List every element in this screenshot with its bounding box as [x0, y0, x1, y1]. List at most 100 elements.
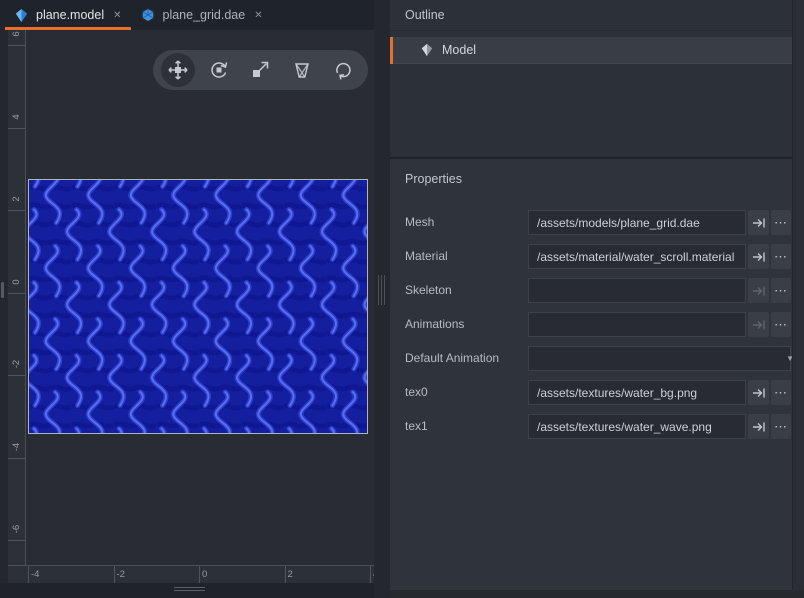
goto-asset-button[interactable]	[748, 210, 769, 235]
ellipsis-icon: ⋯	[774, 215, 788, 231]
browse-asset-button[interactable]: ⋯	[771, 312, 791, 337]
frustum-icon	[291, 59, 313, 81]
goto-asset-button[interactable]	[748, 414, 769, 439]
ruler-label: 6	[12, 25, 22, 43]
gizmo-toolbar	[153, 50, 368, 90]
ellipsis-icon: ⋯	[774, 283, 788, 299]
ruler-label: 4	[12, 108, 22, 126]
ruler-label: 2	[288, 569, 293, 580]
refresh-tool-button[interactable]	[326, 53, 360, 87]
model-node-icon	[420, 43, 434, 57]
ruler-tick	[8, 540, 26, 541]
property-input[interactable]	[528, 312, 746, 337]
ruler-label: -4	[31, 569, 39, 580]
property-label: Animations	[405, 312, 464, 337]
viewport-canvas[interactable]: 6420-2-4-6 -4-2024	[0, 30, 374, 598]
property-label: Material	[405, 244, 448, 269]
browse-asset-button[interactable]: ⋯	[771, 414, 791, 439]
splitter-grip-icon	[378, 275, 386, 305]
outline-item-label: Model	[442, 43, 476, 57]
ruler-label: -6	[12, 520, 22, 538]
panel-bottom-strip	[390, 590, 804, 598]
properties-section: Properties Mesh /assets/models/plane_gri…	[390, 157, 804, 598]
property-row: Material /assets/material/water_scroll.m…	[390, 244, 804, 269]
panel-splitter[interactable]	[374, 0, 390, 598]
frustum-tool-button[interactable]	[285, 53, 319, 87]
outline-title: Outline	[405, 8, 445, 22]
ruler-label: 0	[202, 569, 207, 580]
scale-tool-button[interactable]	[243, 53, 277, 87]
goto-asset-button[interactable]	[748, 244, 769, 269]
horizontal-ruler: -4-2024	[8, 565, 374, 583]
property-row: Skeleton ⋯	[390, 278, 804, 303]
tab-label: plane_grid.dae	[163, 8, 246, 22]
tab-label: plane.model	[36, 8, 104, 22]
ruler-label: 2	[12, 190, 22, 208]
goto-asset-button[interactable]	[748, 312, 769, 337]
move-icon	[167, 59, 189, 81]
outline-item-model[interactable]: Model	[390, 37, 804, 64]
panel-scrollbar-track[interactable]	[792, 0, 804, 598]
scale-icon	[249, 59, 271, 81]
property-input[interactable]: /assets/textures/water_bg.png	[528, 380, 746, 405]
browse-asset-button[interactable]: ⋯	[771, 210, 791, 235]
property-row: Mesh /assets/models/plane_grid.dae ⋯	[390, 210, 804, 235]
ellipsis-icon: ⋯	[774, 249, 788, 265]
move-tool-button[interactable]	[161, 53, 195, 87]
default-animation-dropdown[interactable]	[528, 346, 791, 371]
browse-asset-button[interactable]: ⋯	[771, 244, 791, 269]
ruler-label: -2	[12, 355, 22, 373]
property-value: /assets/material/water_scroll.material	[529, 250, 742, 264]
bottom-splitter-grip[interactable]	[174, 587, 205, 591]
property-input[interactable]: /assets/material/water_scroll.material	[528, 244, 746, 269]
ruler-tick	[114, 566, 115, 584]
mesh-file-icon	[140, 7, 156, 23]
property-input[interactable]: /assets/textures/water_wave.png	[528, 414, 746, 439]
property-label: tex0	[405, 380, 428, 405]
ellipsis-icon: ⋯	[774, 419, 788, 435]
viewport-left-edge	[0, 30, 8, 598]
ruler-tick	[8, 293, 26, 294]
property-input[interactable]: /assets/models/plane_grid.dae	[528, 210, 746, 235]
property-row: Default Animation ▼	[390, 346, 804, 371]
rotate-icon	[208, 59, 230, 81]
property-label: Mesh	[405, 210, 434, 235]
close-tab-icon[interactable]: ✕	[254, 10, 262, 21]
property-row: Animations ⋯	[390, 312, 804, 337]
goto-asset-button[interactable]	[748, 380, 769, 405]
left-splitter-grip[interactable]	[1, 282, 4, 298]
app-root: plane.model ✕ plane_grid.dae ✕ 6 4 2 0 -2 -4 -…	[0, 0, 804, 598]
water-plane-preview	[28, 179, 368, 434]
vertical-ruler: 6420-2-4-6	[8, 30, 26, 565]
outline-section: Outline Model	[390, 0, 804, 157]
ruler-tick	[8, 375, 26, 376]
browse-asset-button[interactable]: ⋯	[771, 380, 791, 405]
tab-bar: plane.model ✕ plane_grid.dae ✕	[0, 0, 374, 30]
outline-header-divider	[390, 30, 804, 31]
model-file-icon	[14, 8, 29, 23]
tab-plane-model[interactable]: plane.model ✕	[5, 0, 131, 30]
inspector-panel: Outline Model Properties Mesh /assets/mo…	[390, 0, 804, 598]
property-label: Default Animation	[405, 346, 499, 371]
ruler-tick	[8, 45, 26, 46]
property-value: /assets/textures/water_wave.png	[529, 420, 720, 434]
goto-asset-button[interactable]	[748, 278, 769, 303]
ruler-tick	[285, 566, 286, 584]
viewport-panel: plane.model ✕ plane_grid.dae ✕ 6 4 2 0 -2 -4 -…	[0, 0, 374, 598]
browse-asset-button[interactable]: ⋯	[771, 278, 791, 303]
ruler-label: -4	[12, 438, 22, 456]
property-row: tex0 /assets/textures/water_bg.png ⋯	[390, 380, 804, 405]
close-tab-icon[interactable]: ✕	[113, 10, 121, 21]
rotate-tool-button[interactable]	[202, 53, 236, 87]
ruler-tick	[8, 128, 26, 129]
property-row: tex1 /assets/textures/water_wave.png ⋯	[390, 414, 804, 439]
ellipsis-icon: ⋯	[774, 385, 788, 401]
ruler-tick	[8, 210, 26, 211]
property-input[interactable]	[528, 278, 746, 303]
ruler-tick	[28, 566, 29, 584]
properties-title: Properties	[405, 172, 462, 186]
ellipsis-icon: ⋯	[774, 317, 788, 333]
tab-plane-grid-dae[interactable]: plane_grid.dae ✕	[131, 0, 272, 30]
ruler-label: -2	[117, 569, 125, 580]
ruler-tick	[370, 566, 371, 584]
